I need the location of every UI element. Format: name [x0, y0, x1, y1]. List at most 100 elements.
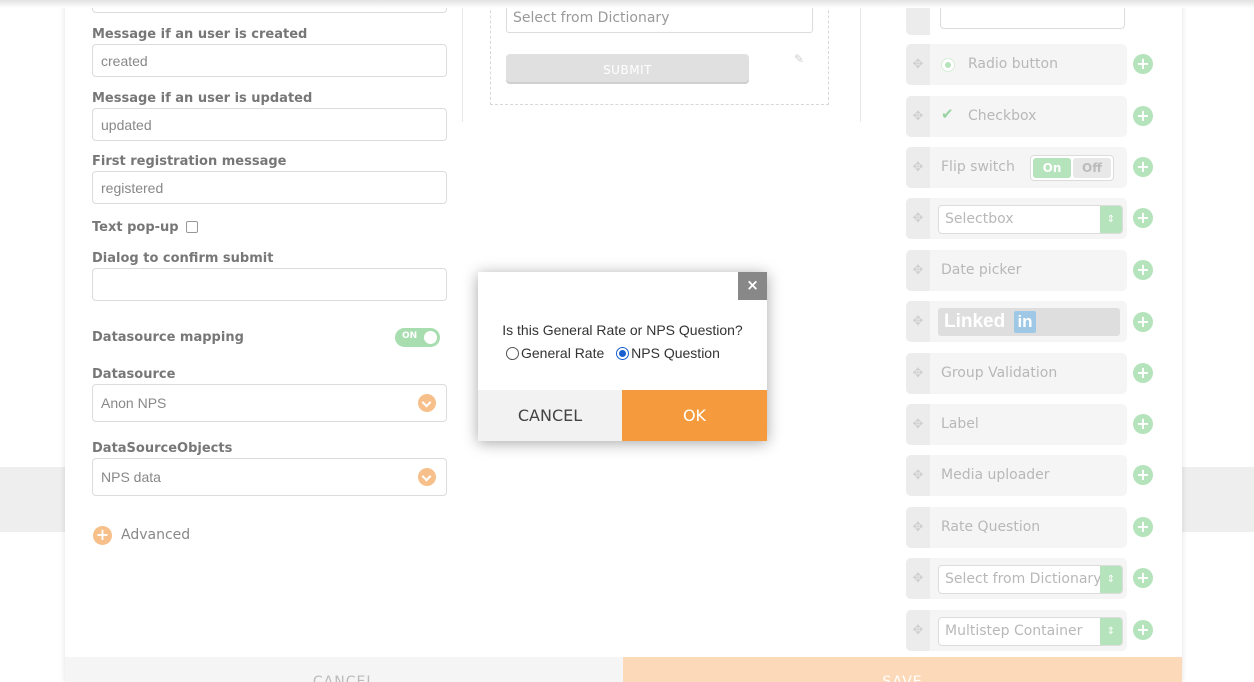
cancel-button[interactable]: CANCEL [65, 657, 623, 682]
selectbox-control: Selectbox ⇕ [938, 205, 1123, 234]
move-icon[interactable]: ✥ [906, 198, 930, 239]
advanced-link[interactable]: Advanced [121, 527, 190, 543]
component-flip-switch[interactable]: ✥ Flip switch On Off [906, 147, 1127, 188]
dialog-cancel-button[interactable]: CANCEL [478, 390, 622, 441]
question-type-dialog: × Is this General Rate or NPS Question? … [478, 272, 767, 441]
component-label: Multistep Container [945, 623, 1083, 639]
move-icon[interactable]: ✥ [906, 250, 930, 291]
component-label: Checkbox [968, 108, 1037, 124]
select-arrows-icon: ⇕ [1100, 618, 1122, 645]
move-icon[interactable]: ✥ [906, 353, 930, 394]
select-arrows-icon: ⇕ [1100, 566, 1122, 593]
component-label: Rate Question [941, 519, 1041, 535]
option-general-rate-label: General Rate [521, 345, 605, 361]
dialog-confirm-input[interactable] [92, 268, 447, 301]
datasource-mapping-label: Datasource mapping [92, 330, 244, 345]
toggle-knob [424, 331, 437, 344]
close-icon[interactable]: × [738, 272, 767, 300]
column-divider [860, 0, 861, 122]
linkedin-logo: Linked in [938, 308, 1120, 336]
chevron-down-icon [418, 468, 436, 486]
move-icon[interactable]: ✥ [906, 404, 930, 445]
flip-off: Off [1073, 158, 1111, 178]
msg-created-input[interactable]: created [92, 44, 447, 77]
submit-button[interactable]: SUBMIT [506, 54, 749, 84]
component-date-picker[interactable]: ✥ Date picker [906, 250, 1127, 291]
add-multistep-button[interactable]: + [1133, 620, 1153, 640]
add-rate-question-button[interactable]: + [1133, 517, 1153, 537]
add-radio-button[interactable]: + [1133, 54, 1153, 74]
component-select-dictionary[interactable]: ✥ Select from Dictionary ⇕ [906, 558, 1127, 599]
add-linkedin-button[interactable]: + [1133, 312, 1153, 332]
move-icon[interactable]: ✥ [906, 455, 930, 496]
component-label-item[interactable]: ✥ Label [906, 404, 1127, 445]
select-arrows-icon: ⇕ [1100, 206, 1122, 233]
flip-switch-control: On Off [1030, 155, 1114, 181]
dialog-ok-button[interactable]: OK [622, 390, 767, 441]
datasource-select[interactable]: Anon NPS [92, 384, 447, 422]
pencil-icon[interactable]: ✎ [794, 52, 804, 66]
component-label: Radio button [968, 56, 1058, 72]
component-selectbox[interactable]: ✥ Selectbox ⇕ [906, 198, 1127, 239]
move-icon[interactable]: ✥ [906, 610, 930, 651]
option-nps-question-label: NPS Question [631, 345, 720, 361]
datasource-value: Anon NPS [101, 395, 167, 411]
msg-created-label: Message if an user is created [92, 27, 308, 42]
option-general-rate[interactable]: General Rate [506, 345, 608, 361]
dialog-question: Is this General Rate or NPS Question? [502, 322, 743, 338]
dictionary-select-control: Select from Dictionary ⇕ [938, 565, 1123, 594]
component-group-validation[interactable]: ✥ Group Validation [906, 353, 1127, 394]
msg-updated-input[interactable]: updated [92, 108, 447, 141]
linkedin-in: in [1014, 311, 1036, 333]
component-checkbox[interactable]: ✥ ✔ Checkbox [906, 96, 1127, 137]
component-label: Selectbox [945, 211, 1014, 227]
add-label-button[interactable]: + [1133, 414, 1153, 434]
add-selectbox-button[interactable]: + [1133, 208, 1153, 228]
move-icon[interactable]: ✥ [906, 558, 930, 599]
add-group-validation-button[interactable]: + [1133, 363, 1153, 383]
checkmark-icon: ✔ [941, 105, 954, 123]
component-label: Date picker [941, 262, 1022, 278]
component-radio[interactable]: ✥ Radio button [906, 44, 1127, 85]
dialog-confirm-label: Dialog to confirm submit [92, 251, 274, 266]
flip-on: On [1033, 158, 1071, 178]
plus-icon[interactable]: + [93, 526, 112, 545]
component-rate-question[interactable]: ✥ Rate Question [906, 507, 1127, 548]
add-media-uploader-button[interactable]: + [1133, 465, 1153, 485]
chevron-down-icon [418, 394, 436, 412]
component-label: Group Validation [941, 365, 1058, 381]
move-icon[interactable]: ✥ [906, 96, 930, 137]
column-divider [462, 0, 463, 122]
component-label: Flip switch [941, 159, 1015, 175]
component-label: Label [941, 416, 979, 432]
move-icon[interactable]: ✥ [906, 44, 930, 85]
first-registration-label: First registration message [92, 154, 287, 169]
component-multistep[interactable]: ✥ Multistep Container ⇕ [906, 610, 1127, 651]
linkedin-text: Linked [944, 311, 1006, 332]
add-flip-switch-button[interactable]: + [1133, 157, 1153, 177]
text-popup-label: Text pop-up [92, 220, 179, 235]
component-label: Media uploader [941, 467, 1050, 483]
top-shadow [0, 0, 1254, 8]
component-linkedin[interactable]: ✥ Linked in [906, 301, 1127, 342]
add-checkbox-button[interactable]: + [1133, 106, 1153, 126]
save-button[interactable]: SAVE [623, 657, 1182, 682]
radio-general-rate[interactable] [506, 347, 519, 360]
add-date-picker-button[interactable]: + [1133, 260, 1153, 280]
msg-updated-label: Message if an user is updated [92, 91, 313, 106]
move-icon[interactable]: ✥ [906, 507, 930, 548]
add-select-dictionary-button[interactable]: + [1133, 568, 1153, 588]
preview-select[interactable]: Select from Dictionary [506, 4, 813, 33]
datasource-mapping-toggle[interactable]: ON [395, 328, 440, 347]
multistep-select-control: Multistep Container ⇕ [938, 617, 1123, 646]
move-icon[interactable]: ✥ [906, 147, 930, 188]
radio-nps-question[interactable] [616, 347, 630, 360]
datasource-label: Datasource [92, 367, 176, 382]
datasource-objects-select[interactable]: NPS data [92, 458, 447, 496]
text-popup-checkbox[interactable] [186, 221, 198, 233]
option-nps-question[interactable]: NPS Question [616, 345, 720, 361]
first-registration-input[interactable]: registered [92, 171, 447, 204]
datasource-objects-label: DataSourceObjects [92, 441, 233, 456]
component-media-uploader[interactable]: ✥ Media uploader [906, 455, 1127, 496]
move-icon[interactable]: ✥ [906, 301, 930, 342]
